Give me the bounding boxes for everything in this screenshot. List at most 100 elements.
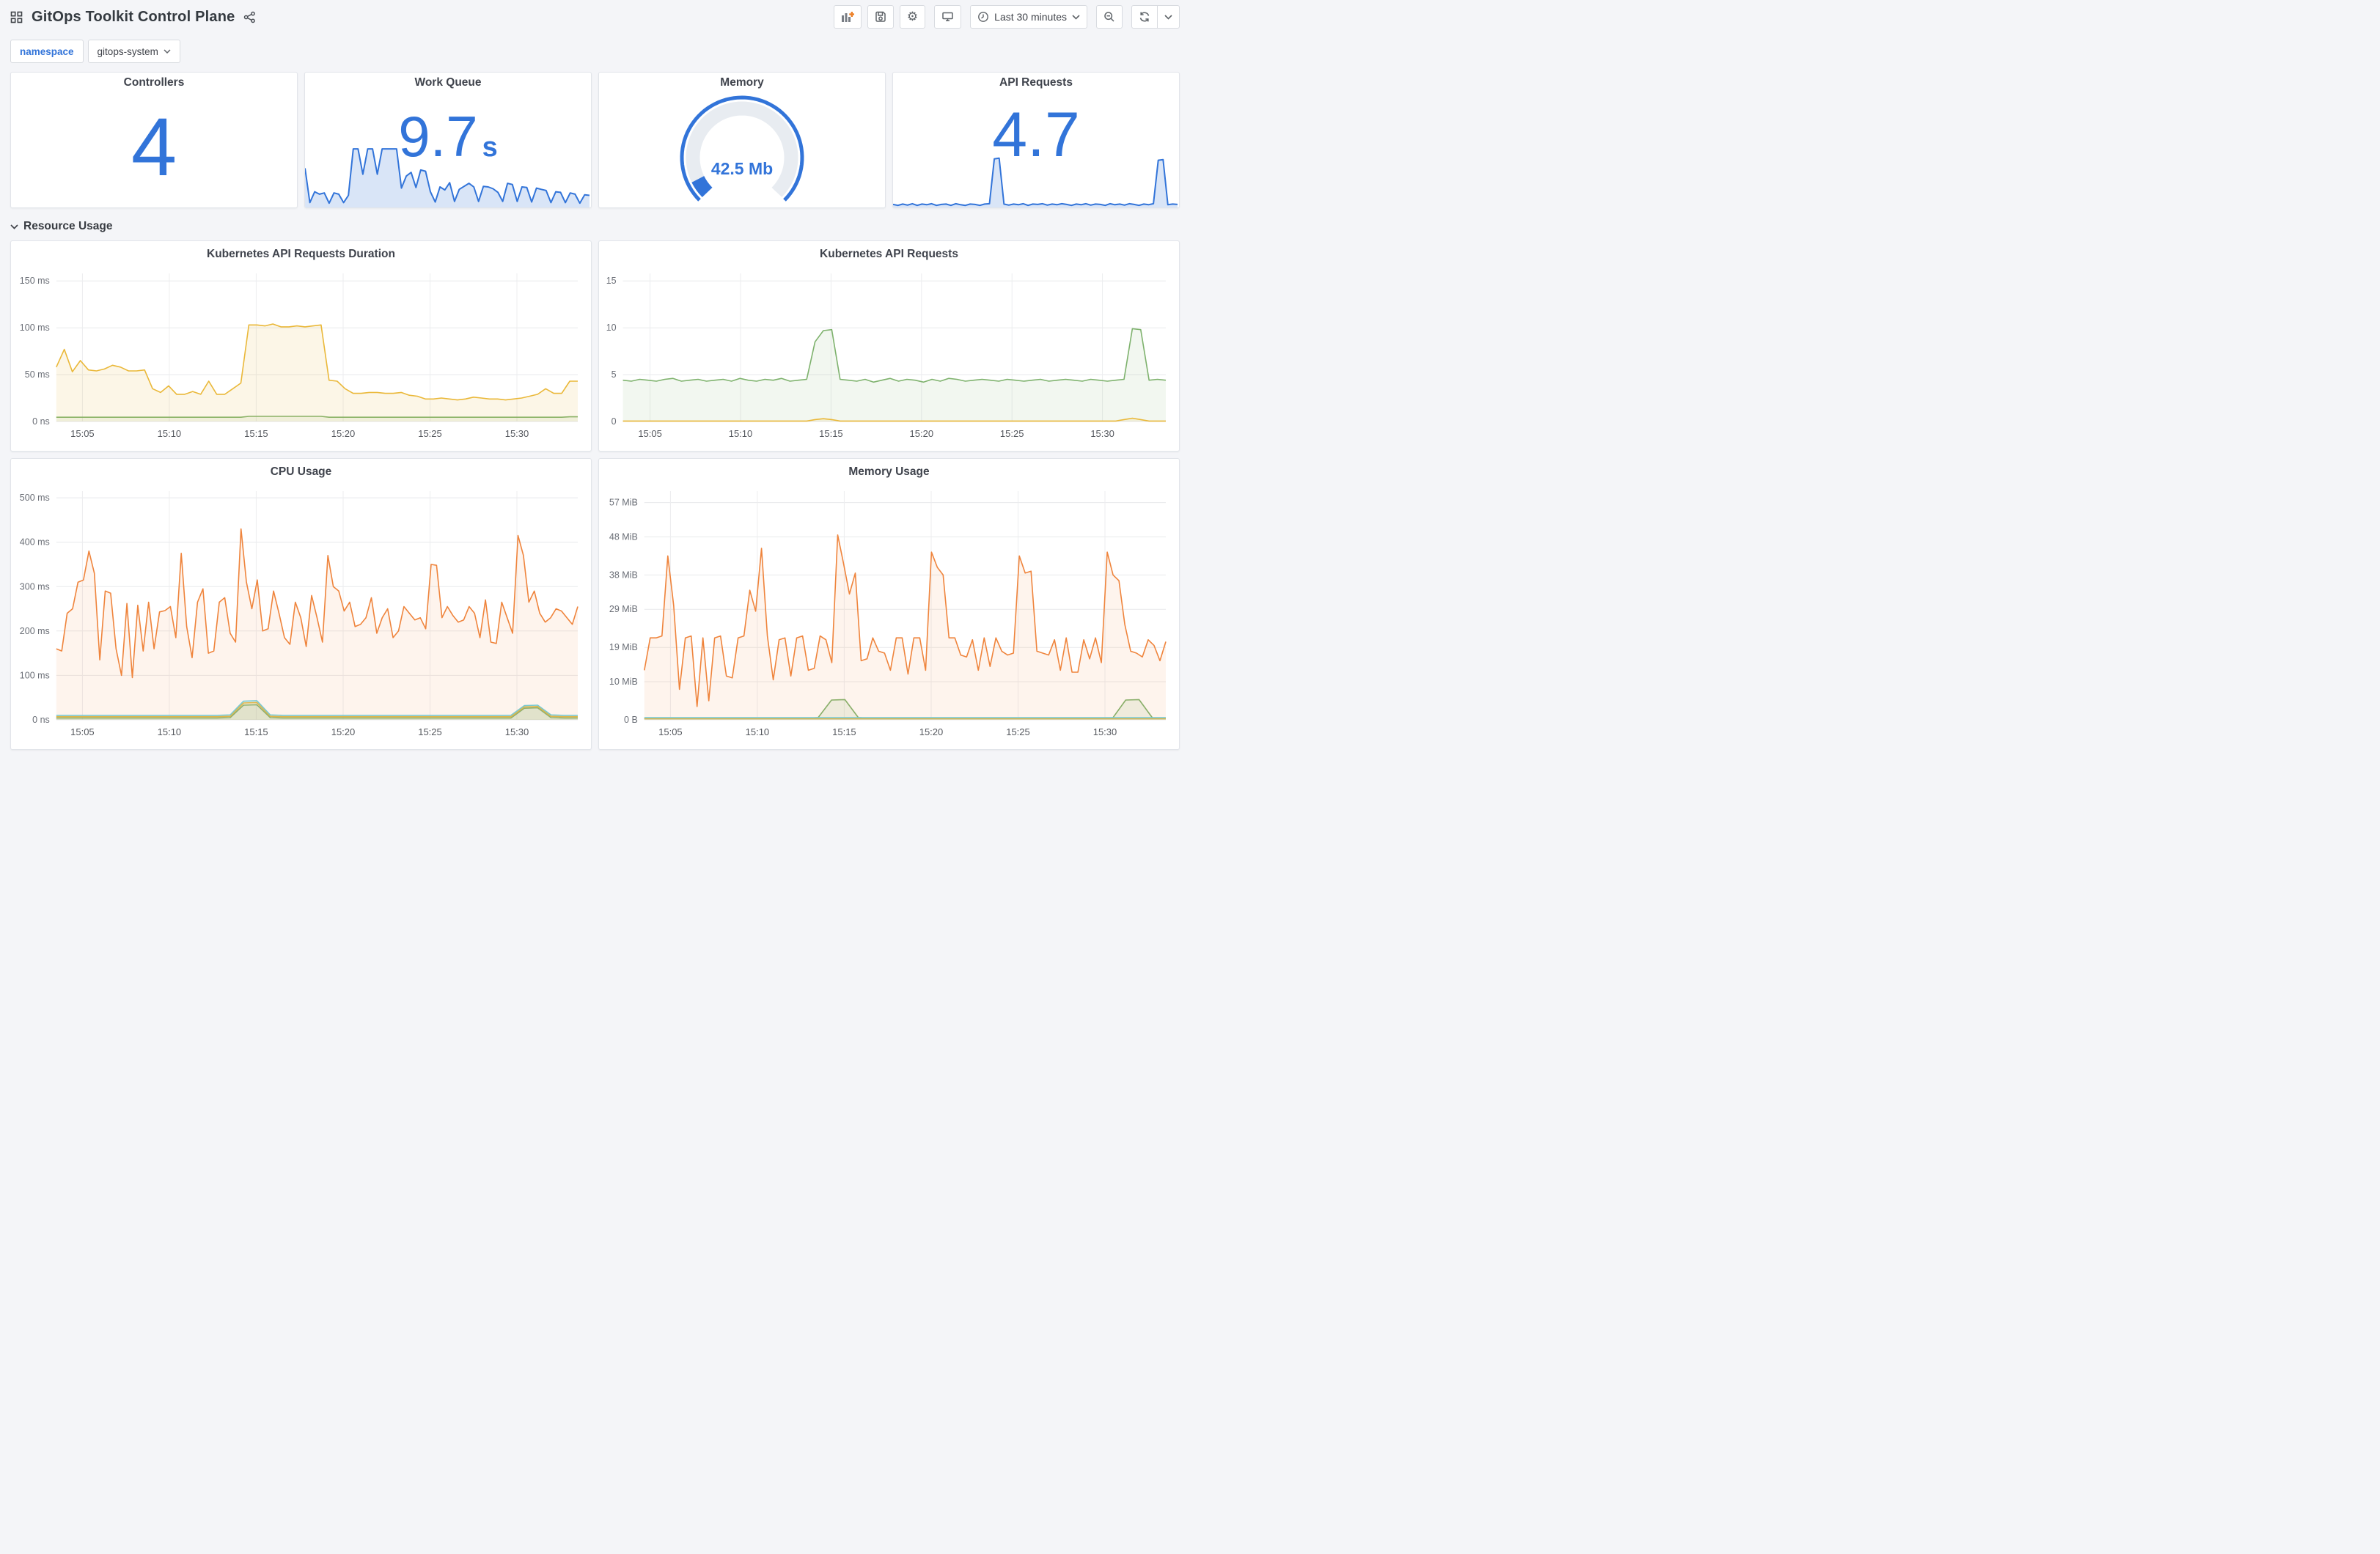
legend-sort-avg[interactable]: avg [455, 750, 522, 751]
bar-chart-plus-icon [841, 11, 854, 23]
refresh-icon [1139, 11, 1150, 23]
svg-text:15:15: 15:15 [244, 726, 268, 737]
svg-text:15:30: 15:30 [1090, 428, 1114, 439]
row-title: Resource Usage [23, 220, 113, 232]
legend-header-row: avgcurrent [612, 747, 1169, 751]
svg-text:100 ms: 100 ms [20, 670, 50, 680]
svg-text:15:15: 15:15 [244, 428, 268, 439]
panel-title[interactable]: Memory Usage [599, 462, 1179, 482]
svg-text:15:10: 15:10 [746, 726, 770, 737]
k8s-api-requests-chart[interactable]: 15 10 5 0 15:05 15:10 15:15 15:20 15:25 15:30 [600, 266, 1175, 447]
share-icon[interactable] [243, 11, 256, 23]
variable-namespace-dropdown[interactable]: gitops-system [87, 40, 180, 63]
svg-text:15:05: 15:05 [70, 428, 95, 439]
svg-text:0 B: 0 B [624, 715, 638, 725]
clock-icon [977, 11, 989, 23]
svg-text:500 ms: 500 ms [20, 493, 50, 503]
dashboard-grid-icon[interactable] [10, 11, 23, 23]
panel-memory-usage: Memory Usage 57 MiB 48 MiB 38 MiB 29 MiB 19 … [598, 458, 1180, 750]
svg-text:0 ns: 0 ns [32, 715, 50, 725]
svg-text:15:05: 15:05 [70, 726, 95, 737]
legend-sort-avg[interactable]: avg [1043, 750, 1110, 751]
svg-text:200 ms: 200 ms [20, 626, 50, 636]
legend-header-row: avgcurrent [24, 747, 581, 751]
panel-memory: Memory 42.5 Mb [598, 72, 886, 208]
svg-text:5: 5 [611, 369, 617, 380]
svg-text:0 ns: 0 ns [32, 416, 50, 427]
panel-title[interactable]: Memory [599, 73, 885, 93]
charts-row-1: Kubernetes API Requests Duration 150 ms 1… [10, 240, 1180, 452]
svg-text:15:20: 15:20 [331, 428, 356, 439]
work-queue-value: 9.7 s [398, 104, 498, 169]
panel-title[interactable]: Controllers [11, 73, 297, 93]
panel-controllers: Controllers 4 [10, 72, 298, 208]
legend-sort-current[interactable]: current [1110, 750, 1169, 751]
time-range-label: Last 30 minutes [994, 11, 1067, 23]
charts-row-2: CPU Usage 500 ms 400 ms 300 ms 200 ms 100 ms… [10, 458, 1180, 750]
refresh-dashboard-button[interactable] [1132, 6, 1157, 28]
memory-gauge [599, 95, 885, 205]
memory-usage-chart[interactable]: 57 MiB 48 MiB 38 MiB 29 MiB 19 MiB 10 MiB 0 B 1… [600, 484, 1175, 745]
svg-text:29 MiB: 29 MiB [609, 604, 638, 614]
svg-text:15:05: 15:05 [658, 726, 683, 737]
grafana-dashboard: GitOps Toolkit Control Plane ⚙ Last 30 m… [0, 0, 1190, 777]
chevron-down-icon [1164, 14, 1172, 20]
panel-title[interactable]: API Requests [893, 73, 1179, 93]
chart-legend: avgcurrentP505 ms5 msP9948 ms43 ms [11, 447, 591, 451]
top-bar: GitOps Toolkit Control Plane ⚙ Last 30 m… [10, 0, 1180, 34]
svg-text:15:10: 15:10 [158, 428, 182, 439]
refresh-button-group [1131, 5, 1180, 29]
panel-api-requests: API Requests 4.7 [892, 72, 1180, 208]
svg-text:57 MiB: 57 MiB [609, 498, 638, 508]
svg-text:15:25: 15:25 [1000, 428, 1024, 439]
zoom-out-time-button[interactable] [1096, 5, 1123, 29]
svg-text:38 MiB: 38 MiB [609, 570, 638, 580]
time-range-picker[interactable]: Last 30 minutes [970, 5, 1087, 29]
search-minus-icon [1103, 11, 1115, 23]
svg-text:15:20: 15:20 [910, 428, 934, 439]
add-panel-button[interactable] [833, 5, 862, 29]
chart-legend: avgcurrenthelm-controller-57f9b56bbf-k24… [11, 745, 591, 751]
controllers-value: 4 [131, 101, 177, 193]
svg-text:150 ms: 150 ms [20, 276, 50, 286]
legend-header-row: avgcurrent [24, 449, 581, 451]
dashboard-settings-button[interactable]: ⚙ [899, 5, 926, 29]
chevron-down-icon [10, 224, 18, 229]
dashboard-title[interactable]: GitOps Toolkit Control Plane [32, 9, 235, 26]
svg-text:0: 0 [611, 416, 617, 427]
panel-title[interactable]: CPU Usage [11, 462, 591, 482]
panel-k8s-api-requests-duration: Kubernetes API Requests Duration 150 ms 1… [10, 240, 592, 452]
row-toggle-resource-usage[interactable]: Resource Usage [10, 217, 1180, 236]
svg-text:15:25: 15:25 [1006, 726, 1030, 737]
panel-title[interactable]: Kubernetes API Requests Duration [11, 244, 591, 265]
svg-text:10: 10 [606, 323, 617, 333]
chevron-down-icon [1072, 14, 1080, 20]
panel-title[interactable]: Work Queue [305, 73, 591, 93]
cycle-view-mode-button[interactable] [934, 5, 962, 29]
chart-legend: avgcurrenttotal4.744.44errors0.010 [599, 447, 1179, 451]
k8s-api-requests-duration-chart[interactable]: 150 ms 100 ms 50 ms 0 ns 15:05 15:10 15:15 15:2… [12, 266, 587, 447]
svg-text:100 ms: 100 ms [20, 323, 50, 333]
cpu-usage-chart[interactable]: 500 ms 400 ms 300 ms 200 ms 100 ms 0 ns 15:05 1… [12, 484, 587, 745]
memory-gauge-value: 42.5 Mb [710, 159, 774, 178]
variable-label-namespace: namespace [10, 40, 84, 63]
svg-text:15:25: 15:25 [418, 726, 442, 737]
chart-legend: avgcurrenthelm-controller-57f9b56bbf-k24… [599, 745, 1179, 751]
svg-text:15:10: 15:10 [158, 726, 182, 737]
refresh-interval-dropdown[interactable] [1157, 6, 1179, 28]
svg-text:15:20: 15:20 [331, 726, 356, 737]
legend-sort-current[interactable]: current [522, 750, 581, 751]
svg-text:15:30: 15:30 [505, 428, 529, 439]
svg-text:19 MiB: 19 MiB [609, 642, 638, 652]
svg-text:15:20: 15:20 [919, 726, 944, 737]
svg-text:48 MiB: 48 MiB [609, 531, 638, 542]
svg-text:50 ms: 50 ms [25, 369, 50, 380]
svg-text:15:25: 15:25 [418, 428, 442, 439]
tv-monitor-icon [941, 11, 954, 23]
save-icon [875, 11, 886, 23]
panel-title[interactable]: Kubernetes API Requests [599, 244, 1179, 265]
save-dashboard-button[interactable] [867, 5, 894, 29]
svg-text:15:10: 15:10 [729, 428, 753, 439]
gear-icon: ⚙ [906, 10, 919, 23]
variables-submenu: namespace gitops-system [10, 40, 1180, 63]
